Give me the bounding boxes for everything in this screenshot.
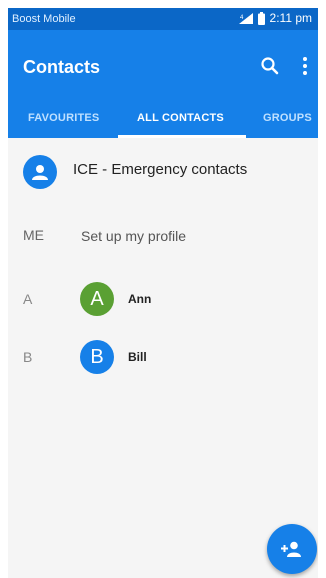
status-bar: Boost Mobile 4 2:11 pm [8, 8, 318, 30]
avatar: A [80, 282, 114, 316]
avatar-initial: B [90, 345, 104, 368]
ice-avatar [23, 155, 57, 189]
section-letter-a: A [23, 291, 33, 307]
page-title: Contacts [23, 57, 101, 77]
more-options-button[interactable] [300, 55, 310, 77]
tab-bar: FAVOURITES ALL CONTACTS GROUPS [8, 100, 318, 138]
svg-text:4: 4 [240, 15, 244, 21]
tab-all-contacts[interactable]: ALL CONTACTS [137, 112, 224, 124]
ice-label: ICE - Emergency contacts [73, 161, 248, 178]
contact-name: Ann [128, 292, 152, 306]
tab-favourites[interactable]: FAVOURITES [28, 112, 99, 124]
my-profile-row[interactable]: ME Set up my profile [8, 220, 308, 250]
person-icon [32, 165, 48, 180]
app-bar: Contacts FAVOURITES ALL CONTACTS GROUPS [8, 30, 318, 138]
section-letter-b: B [23, 349, 33, 365]
setup-profile-label: Set up my profile [81, 228, 187, 244]
avatar-initial: A [90, 287, 104, 310]
phone-screen: Boost Mobile 4 2:11 pm Contacts FAVOURIT… [8, 8, 318, 578]
tab-groups[interactable]: GROUPS [263, 112, 312, 124]
search-button[interactable] [260, 56, 280, 76]
ice-contacts-row[interactable]: ICE - Emergency contacts [8, 153, 308, 203]
more-vert-icon [303, 57, 307, 75]
search-icon [261, 57, 279, 75]
contact-row-ann[interactable]: A A Ann [8, 280, 308, 316]
contact-name: Bill [128, 350, 147, 364]
signal-icon: 4 [238, 12, 253, 24]
add-person-icon [281, 541, 301, 557]
active-tab-indicator [118, 135, 246, 138]
carrier-label: Boost Mobile [12, 13, 76, 25]
battery-icon [257, 11, 265, 25]
section-letter-me: ME [23, 227, 44, 243]
avatar: B [80, 340, 114, 374]
add-contact-button[interactable] [267, 524, 317, 574]
contact-row-bill[interactable]: B B Bill [8, 338, 308, 374]
status-time: 2:11 pm [269, 11, 312, 25]
